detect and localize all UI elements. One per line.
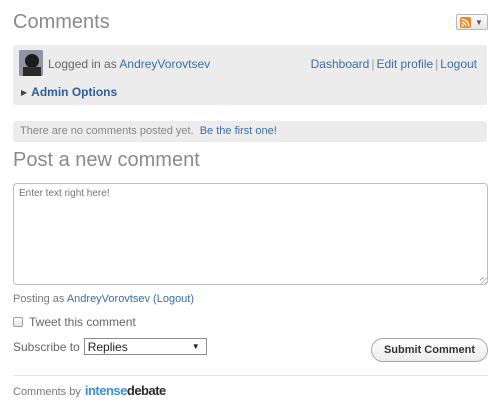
user-avatar-image xyxy=(19,50,43,76)
posting-as: Posting as AndreyVorovtsev (Logout) xyxy=(13,293,194,305)
posting-as-prefix: Posting as xyxy=(13,293,65,305)
tweet-checkbox[interactable] xyxy=(13,317,23,327)
tweet-label: Tweet this comment xyxy=(29,315,136,329)
post-comment-title: Post a new comment xyxy=(13,149,200,171)
triangle-right-icon: ▶ xyxy=(21,88,28,97)
posting-logout-link[interactable]: (Logout) xyxy=(153,293,194,305)
divider xyxy=(13,375,488,376)
footer-prefix: Comments by xyxy=(13,386,81,398)
logout-link[interactable]: Logout xyxy=(440,57,477,71)
tweet-option: Tweet this comment xyxy=(13,315,136,329)
caret-down-icon: ▼ xyxy=(475,17,483,27)
logged-in-prefix: Logged in as xyxy=(48,57,117,71)
no-comments-text: There are no comments posted yet. xyxy=(20,125,194,137)
comment-textarea[interactable] xyxy=(13,183,488,285)
intensedebate-logo[interactable]: intensedebate xyxy=(85,383,166,398)
username-link[interactable]: AndreyVorovtsev xyxy=(119,57,210,71)
subscribe-selected-value: Replies xyxy=(87,339,128,354)
avatar[interactable] xyxy=(19,50,43,76)
rss-feed-button[interactable]: ▼ xyxy=(456,14,488,30)
be-first-link[interactable]: Be the first one! xyxy=(200,125,277,137)
user-links: Dashboard | Edit profile | Logout xyxy=(311,57,477,71)
admin-options-toggle[interactable]: ▶ Admin Options xyxy=(21,85,117,99)
login-panel: Logged in as AndreyVorovtsev Dashboard | E… xyxy=(13,45,487,105)
subscribe-label: Subscribe to xyxy=(13,339,80,354)
rss-feed-icon xyxy=(460,16,471,28)
logged-in-text: Logged in as AndreyVorovtsev xyxy=(48,57,210,71)
submit-comment-button[interactable]: Submit Comment xyxy=(371,338,488,362)
separator: | xyxy=(435,57,439,71)
separator: | xyxy=(371,57,375,71)
chevron-down-icon: ▼ xyxy=(191,342,200,351)
no-comments-notice: There are no comments posted yet. Be the… xyxy=(13,121,487,142)
comments-title: Comments xyxy=(13,11,110,33)
comments-header: Comments ▼ xyxy=(13,11,488,37)
subscribe-select[interactable]: Replies ▼ xyxy=(83,338,207,355)
brand-part1: intense xyxy=(84,383,128,398)
subscribe-option: Subscribe to Replies ▼ xyxy=(13,338,207,355)
dashboard-link[interactable]: Dashboard xyxy=(311,57,370,71)
admin-options-label: Admin Options xyxy=(31,85,118,99)
brand-part2: debate xyxy=(126,383,166,398)
footer: Comments by intensedebate xyxy=(13,383,166,398)
edit-profile-link[interactable]: Edit profile xyxy=(376,57,433,71)
posting-as-user-link[interactable]: AndreyVorovtsev xyxy=(67,293,150,305)
